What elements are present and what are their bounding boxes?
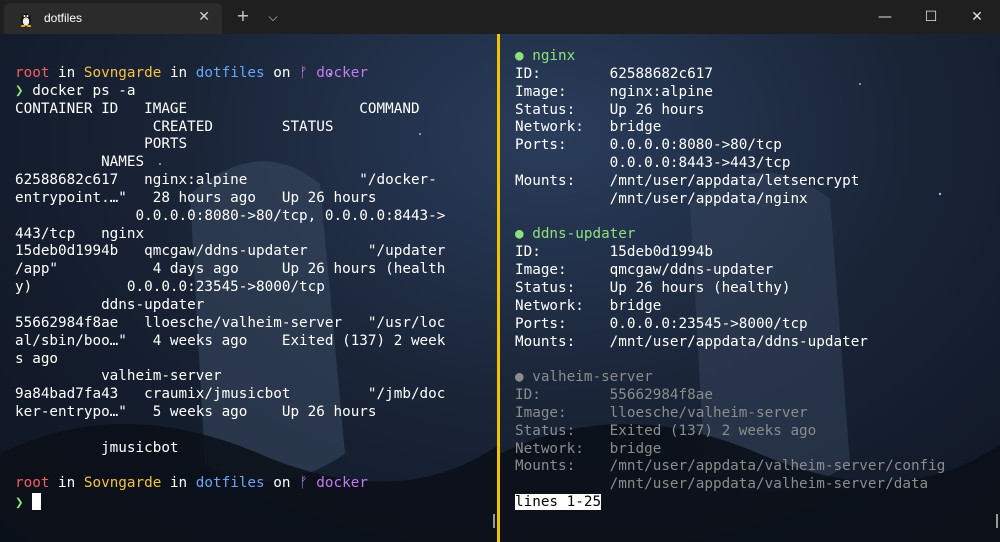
- minimize-button[interactable]: —: [862, 0, 908, 34]
- container-detail: Ports: 0.0.0.0:8080->80/tcp: [515, 137, 782, 154]
- command-line: ❯ docker ps -a: [15, 82, 136, 99]
- output-line: ker-entrypo…" 5 weeks ago Up 26 hours: [15, 404, 377, 421]
- close-window-button[interactable]: ✕: [954, 0, 1000, 34]
- container-detail: Ports: 0.0.0.0:23545->8000/tcp: [515, 315, 808, 332]
- maximize-button[interactable]: ☐: [908, 0, 954, 34]
- git-branch-icon: ᚠ: [299, 475, 308, 492]
- output-line: s ago: [15, 350, 59, 367]
- output-line: 443/tcp nginx: [15, 225, 145, 242]
- output-line: /app" 4 days ago Up 26 hours (health: [15, 261, 446, 278]
- output-line: y) 0.0.0.0:23545->8000/tcp: [15, 279, 325, 296]
- pager-status-line: lines 1-25: [515, 494, 945, 512]
- text-cursor: [32, 493, 42, 511]
- container-detail: 0.0.0.0:8443->443/tcp: [515, 155, 791, 172]
- tab-title: dotfiles: [44, 11, 83, 25]
- container-detail: Image: qmcgaw/ddns-updater: [515, 262, 774, 279]
- container-detail: /mnt/user/appdata/nginx: [515, 190, 808, 207]
- container-header: ● ddns-updater: [515, 226, 636, 243]
- input-line[interactable]: ❯: [15, 493, 445, 511]
- output-line: jmusicbot: [15, 439, 179, 456]
- container-detail: ID: 62588682c617: [515, 65, 713, 82]
- container-detail: Image: lloesche/valheim-server: [515, 404, 808, 421]
- scrollbar[interactable]: [996, 514, 998, 528]
- scrollbar[interactable]: [493, 514, 495, 528]
- chevron-down-icon[interactable]: ⌵: [262, 7, 284, 27]
- status-dot-icon: ●: [515, 48, 524, 64]
- container-detail: ID: 15deb0d1994b: [515, 244, 713, 261]
- container-detail: Network: bridge: [515, 440, 662, 457]
- terminal-window: dotfiles ✕ + ⌵ — ☐ ✕ root in Sovngarde i…: [0, 0, 1000, 542]
- container-detail: Status: Up 26 hours: [515, 101, 705, 118]
- left-pane[interactable]: root in Sovngarde in dotfiles on ᚠ docke…: [0, 34, 497, 542]
- container-detail: Status: Up 26 hours (healthy): [515, 279, 791, 296]
- status-dot-icon: ●: [515, 369, 524, 386]
- container-detail: Mounts: /mnt/user/appdata/letsencrypt: [515, 172, 860, 189]
- terminal-content: root in Sovngarde in dotfiles on ᚠ docke…: [0, 34, 1000, 542]
- output-line: al/sbin/boo…" 4 weeks ago Exited (137) 2…: [15, 332, 446, 349]
- output-line: 62588682c617 nginx:alpine "/docker-: [15, 172, 437, 189]
- output-line: CREATED STATUS: [15, 118, 334, 135]
- git-branch-icon: ᚠ: [299, 65, 308, 81]
- output-line: 15deb0d1994b qmcgaw/ddns-updater "/updat…: [15, 243, 446, 260]
- terminal-output-right: ● nginx ID: 62588682c617 Image: nginx:alpi…: [515, 48, 945, 512]
- output-line: NAMES: [15, 154, 145, 171]
- title-bar[interactable]: dotfiles ✕ + ⌵ — ☐ ✕: [0, 0, 1000, 34]
- container-header: ● nginx: [515, 48, 576, 64]
- container-detail: Network: bridge: [515, 297, 662, 314]
- new-tab-button[interactable]: +: [232, 6, 254, 26]
- container-detail: Status: Exited (137) 2 weeks ago: [515, 422, 817, 439]
- tab-close-icon[interactable]: ✕: [198, 9, 210, 25]
- container-detail: /mnt/user/appdata/valheim-server/data: [515, 476, 929, 493]
- output-line: 9a84bad7fa43 craumix/jmusicbot "/jmb/doc: [15, 386, 446, 403]
- output-line: ddns-updater: [15, 296, 205, 313]
- output-line: CONTAINER ID IMAGE COMMAND: [15, 100, 420, 117]
- output-line: 0.0.0.0:8080->80/tcp, 0.0.0.0:8443->: [15, 207, 446, 224]
- output-line: entrypoint.…" 28 hours ago Up 26 hours: [15, 189, 377, 206]
- container-detail: Mounts: /mnt/user/appdata/ddns-updater: [515, 333, 868, 350]
- container-detail: Image: nginx:alpine: [515, 83, 713, 100]
- pager-status: lines 1-25: [515, 494, 602, 511]
- output-line: PORTS: [15, 136, 188, 153]
- right-pane[interactable]: ● nginx ID: 62588682c617 Image: nginx:alpi…: [500, 34, 1000, 542]
- container-detail: ID: 55662984f8ae: [515, 387, 713, 404]
- container-header: ● valheim-server: [515, 369, 653, 386]
- terminal-output-left: root in Sovngarde in dotfiles on ᚠ docke…: [15, 65, 445, 511]
- prompt-line: root in Sovngarde in dotfiles on ᚠ docke…: [15, 65, 368, 81]
- output-line: 55662984f8ae lloesche/valheim-server "/u…: [15, 314, 446, 331]
- tab-dotfiles[interactable]: dotfiles ✕: [4, 3, 222, 34]
- prompt-line: root in Sovngarde in dotfiles on ᚠ docke…: [15, 475, 368, 492]
- container-detail: Network: bridge: [515, 119, 662, 136]
- container-detail: Mounts: /mnt/user/appdata/valheim-server…: [515, 458, 946, 475]
- status-dot-icon: ●: [515, 226, 524, 243]
- linux-tux-icon: [20, 13, 32, 27]
- output-line: valheim-server: [15, 368, 222, 385]
